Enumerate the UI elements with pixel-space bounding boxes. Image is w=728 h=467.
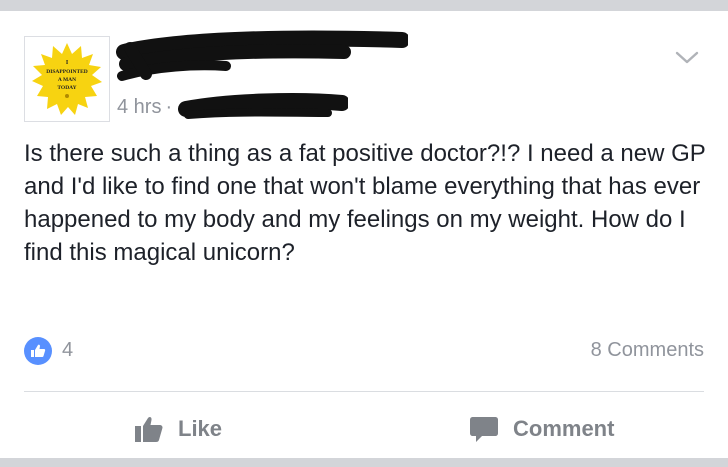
sun-badge-icon: I DISAPPOINTED A MAN TODAY: [32, 43, 102, 115]
post-meta: 4 hrs ·: [117, 95, 176, 119]
meta-separator: ·: [165, 95, 173, 118]
redacted-meta: [178, 93, 348, 119]
comment-button-label: Comment: [513, 416, 615, 441]
timestamp[interactable]: 4 hrs: [117, 96, 161, 119]
redacted-name: [116, 30, 408, 81]
avatar-line-4: TODAY: [57, 85, 76, 91]
post-text: Is there such a thing as a fat positive …: [24, 140, 706, 266]
like-count[interactable]: 4: [62, 339, 73, 362]
like-button[interactable]: Like: [134, 407, 222, 451]
chevron-down-icon[interactable]: [672, 47, 702, 69]
avatar[interactable]: I DISAPPOINTED A MAN TODAY: [24, 36, 110, 122]
post-card: I DISAPPOINTED A MAN TODAY 4 hrs · Is th…: [0, 11, 728, 458]
avatar-line-3: A MAN: [58, 77, 76, 83]
avatar-dot: [65, 94, 69, 98]
thumbs-up-icon: [135, 416, 163, 442]
speech-bubble-icon: [470, 417, 498, 442]
thumbs-up-icon: [24, 337, 52, 365]
avatar-line-2: DISAPPOINTED: [46, 69, 88, 75]
divider: [24, 391, 704, 392]
post-stats: 4 8 Comments: [24, 336, 704, 366]
comments-count-link[interactable]: 8 Comments: [591, 339, 704, 362]
comment-button[interactable]: Comment: [469, 407, 614, 451]
like-button-label: Like: [178, 416, 223, 441]
